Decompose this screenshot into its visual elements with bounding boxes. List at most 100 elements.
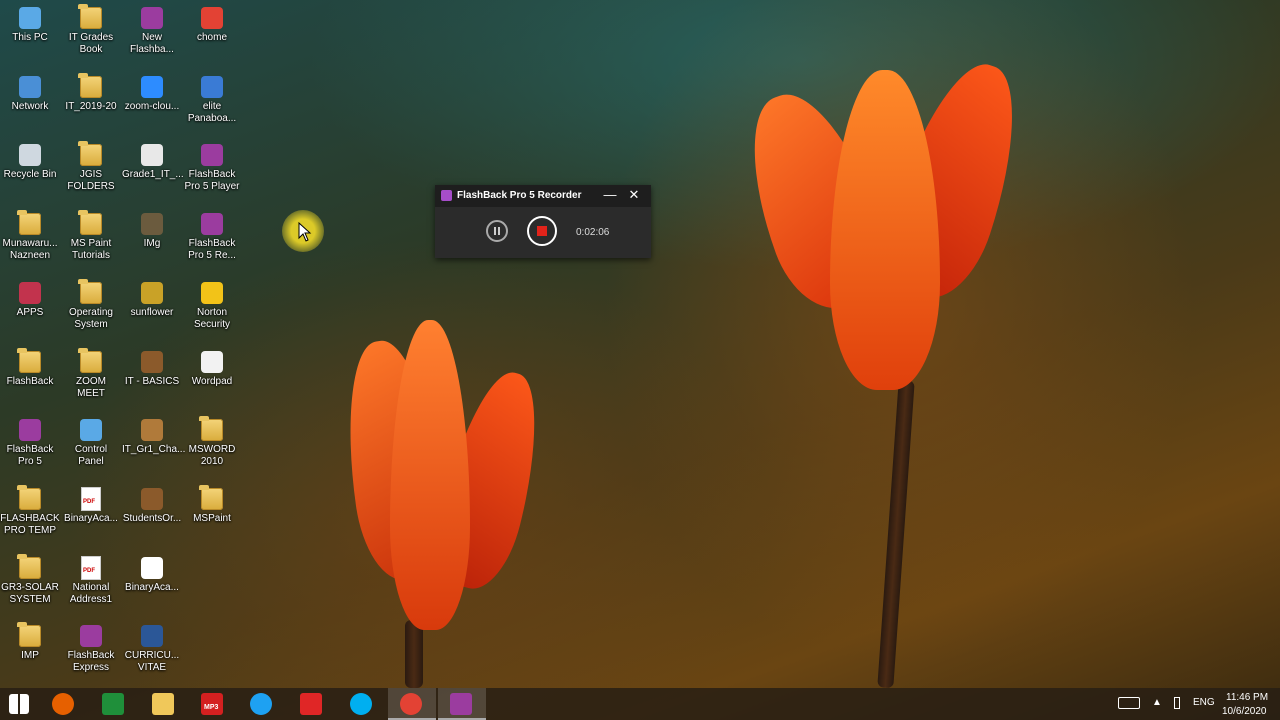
- image-icon: [141, 281, 163, 304]
- flashback-player-icon: [201, 144, 223, 167]
- folder-icon: [78, 347, 102, 373]
- desktop-icon[interactable]: FLASHBACK PRO TEMP: [0, 484, 60, 550]
- desktop-icon[interactable]: IT - BASICS: [122, 347, 182, 413]
- taskbar-store[interactable]: [90, 688, 138, 720]
- desktop-icon-label: JGIS FOLDERS: [67, 169, 115, 193]
- battery-icon[interactable]: [1174, 697, 1180, 709]
- desktop-icon[interactable]: FlashBack Pro 5: [0, 415, 60, 481]
- desktop-icon[interactable]: IT Grades Book: [61, 3, 121, 69]
- network-icon: [19, 75, 41, 98]
- desktop-icon[interactable]: IMP: [0, 621, 60, 687]
- desktop-icon[interactable]: Recycle Bin: [0, 140, 60, 206]
- desktop-icon[interactable]: chome: [182, 3, 242, 69]
- desktop-icon[interactable]: FlashBack Pro 5 Re...: [182, 209, 242, 275]
- document-icon: [141, 556, 163, 579]
- minimize-button[interactable]: —: [603, 187, 617, 203]
- desktop-icon[interactable]: This PC: [0, 3, 60, 69]
- taskbar-chrome[interactable]: [388, 688, 436, 720]
- download-icon: [300, 693, 322, 715]
- flashback-logo-icon: [441, 190, 452, 201]
- desktop-icon[interactable]: IT_Gr1_Cha...: [122, 415, 185, 481]
- desktop-icon[interactable]: Norton Security: [182, 278, 242, 344]
- desktop-icon-label: ZOOM MEET: [76, 375, 106, 399]
- clock-time[interactable]: 11:46 PM: [1226, 692, 1268, 703]
- desktop-icon-label: FlashBack: [6, 375, 54, 387]
- flashback-icon: [141, 7, 163, 29]
- folder-icon: [152, 693, 174, 715]
- image-file-icon: [141, 144, 163, 167]
- taskbar-file-explorer[interactable]: [140, 688, 188, 720]
- desktop-icon[interactable]: zoom-clou...: [122, 72, 182, 138]
- taskbar-flashback[interactable]: [438, 688, 486, 720]
- desktop-icon[interactable]: MS Paint Tutorials: [61, 209, 121, 275]
- flashback-icon: [19, 419, 41, 442]
- desktop-icon[interactable]: elite Panaboa...: [182, 72, 242, 138]
- show-hidden-icons-button[interactable]: ▲: [1152, 697, 1162, 708]
- recorder-titlebar[interactable]: FlashBack Pro 5 Recorder — ✕: [435, 185, 651, 207]
- desktop-icon[interactable]: MSPaint: [182, 484, 242, 550]
- folder-icon: [199, 484, 223, 510]
- store-icon: [102, 693, 124, 715]
- recorder-title: FlashBack Pro 5 Recorder: [457, 190, 582, 201]
- desktop-icon[interactable]: ZOOM MEET: [61, 347, 121, 413]
- elapsed-time: 0:02:06: [576, 227, 610, 238]
- stop-recording-button[interactable]: [527, 216, 557, 246]
- folder-icon: [17, 553, 41, 579]
- close-button[interactable]: ✕: [627, 187, 641, 203]
- desktop-icon-label: BinaryAca...: [125, 581, 179, 593]
- taskbar-mp3[interactable]: MP3: [189, 688, 237, 720]
- taskbar-skype[interactable]: [338, 688, 386, 720]
- pause-button[interactable]: [486, 220, 508, 242]
- desktop-icon[interactable]: Control Panel: [61, 415, 121, 481]
- desktop-icon[interactable]: FlashBack Pro 5 Player: [182, 140, 242, 206]
- desktop-icon[interactable]: CURRICU... VITAE: [122, 621, 182, 687]
- taskbar-firefox[interactable]: [40, 688, 88, 720]
- folder-icon: [78, 141, 102, 167]
- folder-icon: [17, 347, 41, 373]
- desktop-icon[interactable]: FlashBack: [0, 347, 60, 413]
- recycle-bin-icon: [19, 144, 41, 167]
- desktop-icon[interactable]: Grade1_IT_...: [122, 140, 184, 206]
- desktop-icon[interactable]: FlashBack Express: [61, 621, 121, 687]
- keyboard-icon[interactable]: [1118, 697, 1140, 709]
- taskbar-internet-explorer[interactable]: [238, 688, 286, 720]
- desktop-icon[interactable]: IMg: [122, 209, 182, 275]
- desktop-icon[interactable]: JGIS FOLDERS: [61, 140, 121, 206]
- desktop-icon[interactable]: National Address1: [61, 553, 121, 619]
- clock-date[interactable]: 10/6/2020: [1222, 706, 1267, 717]
- desktop-icon-label: Grade1_IT_...: [122, 169, 184, 181]
- flashback-recorder-window[interactable]: FlashBack Pro 5 Recorder — ✕ 0:02:06: [435, 185, 651, 258]
- desktop-icon[interactable]: GR3-SOLAR SYSTEM: [0, 553, 60, 619]
- desktop-icon-label: MS Paint Tutorials: [70, 238, 112, 262]
- desktop-icon-label: IMg: [143, 238, 161, 250]
- pdf-icon: [82, 487, 100, 510]
- desktop-icon-label: zoom-clou...: [124, 100, 180, 112]
- desktop-icon[interactable]: MSWORD 2010: [182, 415, 242, 481]
- computer-icon: [19, 7, 41, 29]
- desktop-icon-label: BinaryAca...: [64, 512, 118, 524]
- desktop-icon[interactable]: Network: [0, 72, 60, 138]
- desktop-icon[interactable]: Munawaru... Nazneen: [0, 209, 60, 275]
- wordpad-icon: [201, 350, 223, 373]
- folder-icon: [199, 416, 223, 442]
- desktop-icon[interactable]: Operating System: [61, 278, 121, 344]
- desktop-icon[interactable]: New Flashba...: [122, 3, 182, 69]
- desktop-icon[interactable]: BinaryAca...: [61, 484, 121, 550]
- desktop-icon[interactable]: BinaryAca...: [122, 553, 182, 619]
- mp3-icon: MP3: [201, 693, 223, 715]
- desktop-icon-label: Recycle Bin: [3, 169, 57, 181]
- word-doc-icon: [141, 625, 163, 648]
- desktop-icon[interactable]: IT_2019-20: [61, 72, 121, 138]
- desktop-icon[interactable]: Wordpad: [182, 347, 242, 413]
- desktop-icon-label: MSPaint: [193, 512, 231, 524]
- desktop-icon-label: FlashBack Pro 5 Player: [184, 169, 240, 193]
- desktop-icon-label: IMP: [21, 650, 39, 662]
- desktop-icon[interactable]: APPS: [0, 278, 60, 344]
- taskbar-downloader[interactable]: [288, 688, 336, 720]
- desktop-icon[interactable]: StudentsOr...: [122, 484, 182, 550]
- desktop-icon-label: CURRICU... VITAE: [124, 650, 180, 674]
- desktop-icon[interactable]: sunflower: [122, 278, 182, 344]
- taskbar: MP3 ▲ ENG 11:46 PM 10/6/2020: [0, 688, 1280, 720]
- language-indicator[interactable]: ENG: [1193, 697, 1215, 708]
- desktop-icon-label: elite Panaboa...: [187, 100, 237, 124]
